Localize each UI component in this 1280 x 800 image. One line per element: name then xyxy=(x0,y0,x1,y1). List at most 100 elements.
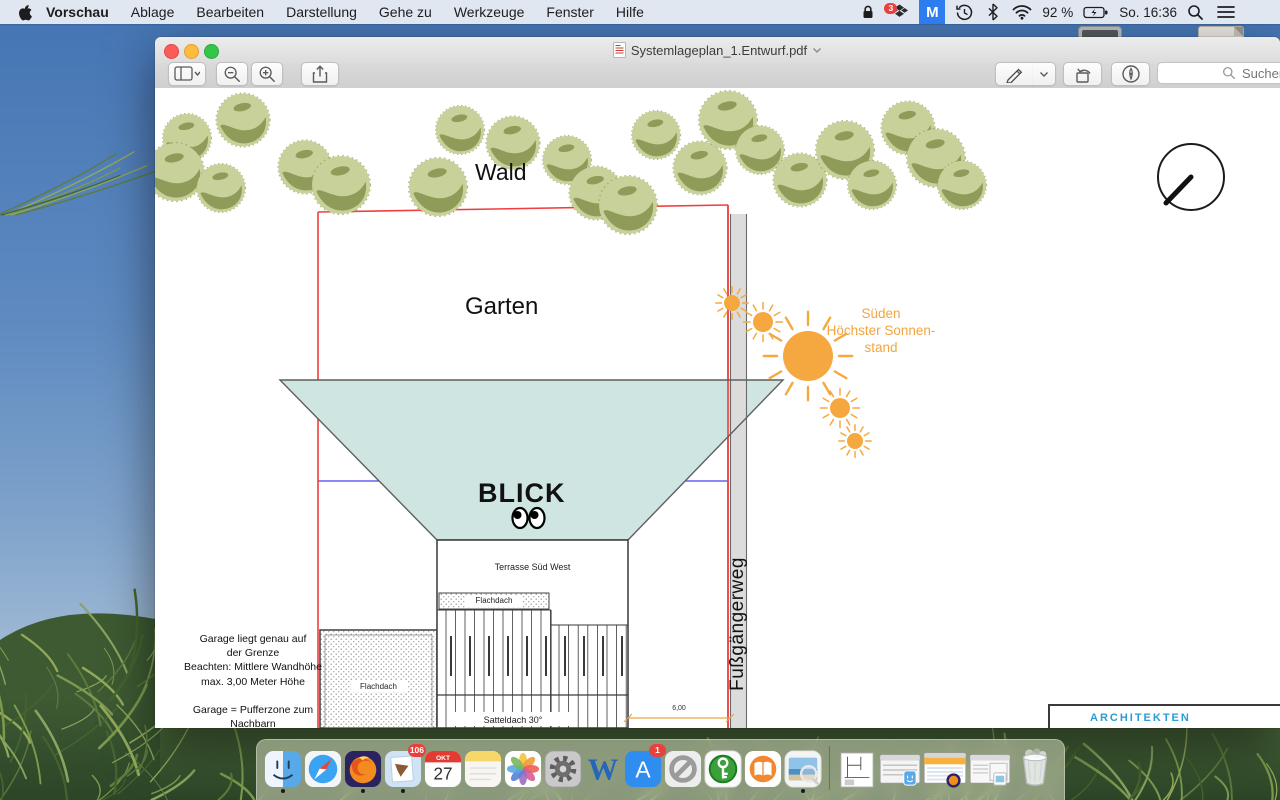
safari-icon xyxy=(304,750,342,788)
preview-window: Systemlageplan_1.Entwurf.pdf xyxy=(155,37,1280,728)
menu-item-darstellung[interactable]: Darstellung xyxy=(275,0,368,24)
minimized-window-thumbnail xyxy=(969,752,1011,788)
dock-notes[interactable] xyxy=(464,748,502,788)
dock-minimized-finder-window[interactable] xyxy=(879,748,921,788)
dropbox-menu-icon[interactable]: 3 xyxy=(887,0,912,24)
rotate-left-button[interactable] xyxy=(1063,62,1102,86)
search-icon xyxy=(1222,66,1236,80)
zoom-out-button[interactable] xyxy=(216,62,248,86)
dock-books[interactable] xyxy=(744,748,782,788)
menu-bar: Vorschau Ablage Bearbeiten Darstellung G… xyxy=(0,0,1280,24)
zoom-in-icon xyxy=(258,65,276,83)
dock-blocked-app[interactable] xyxy=(664,748,702,788)
notes-icon xyxy=(464,750,502,788)
garage-flat-roof xyxy=(320,630,437,728)
pen-icon xyxy=(1005,65,1025,83)
dock-mail[interactable]: 106 xyxy=(384,748,422,788)
trash-full-icon xyxy=(1014,746,1056,788)
search-glyph xyxy=(1187,4,1204,21)
dock-app-store[interactable]: 1 A xyxy=(624,748,662,788)
search-field[interactable] xyxy=(1157,62,1280,84)
dock-keepass[interactable] xyxy=(704,748,742,788)
label-flachdach-house: Flachdach xyxy=(439,596,549,605)
chevron-down-icon xyxy=(1039,71,1049,78)
window-title: Systemlageplan_1.Entwurf.pdf xyxy=(631,43,807,58)
bluetooth-glyph xyxy=(987,3,999,21)
menu-clock[interactable]: So. 16:36 xyxy=(1119,5,1177,20)
padlock-icon xyxy=(859,3,877,21)
dock-trash[interactable] xyxy=(1013,748,1057,788)
lock-status-icon[interactable] xyxy=(856,0,880,24)
svg-text:A: A xyxy=(635,757,651,783)
rotate-icon xyxy=(1073,65,1093,84)
apple-icon xyxy=(17,4,32,21)
photos-icon xyxy=(504,750,542,788)
markup-pen-dropdown[interactable] xyxy=(1033,62,1056,86)
keepass-key-icon xyxy=(704,750,742,788)
share-icon xyxy=(311,65,329,84)
menu-item-hilfe[interactable]: Hilfe xyxy=(605,0,655,24)
clock-restore-icon xyxy=(955,3,974,22)
menu-item-ablage[interactable]: Ablage xyxy=(120,0,186,24)
markup-toolbar-toggle[interactable] xyxy=(1111,62,1150,86)
share-button[interactable] xyxy=(301,62,339,86)
pdf-proxy-icon[interactable] xyxy=(613,42,626,58)
window-titlebar[interactable]: Systemlageplan_1.Entwurf.pdf xyxy=(155,37,1280,63)
window-toolbar xyxy=(155,63,1280,89)
minimized-finder-thumbnail xyxy=(879,752,921,788)
word-icon: W xyxy=(584,750,622,788)
markup-circle-pen-icon xyxy=(1121,64,1141,84)
preview-icon xyxy=(784,750,822,788)
dock-minimized-preview-window[interactable] xyxy=(969,748,1011,788)
zoom-in-button[interactable] xyxy=(251,62,283,86)
sidebar-view-button[interactable] xyxy=(168,62,206,86)
wifi-arcs xyxy=(1012,4,1032,20)
desktop-item-fold xyxy=(1234,27,1243,36)
dock-word[interactable]: W xyxy=(584,748,622,788)
dock-system-preferences[interactable] xyxy=(544,748,582,788)
dock-preview[interactable] xyxy=(784,748,822,788)
menu-item-fenster[interactable]: Fenster xyxy=(535,0,604,24)
zoom-out-icon xyxy=(223,65,241,83)
dock-calendar[interactable]: OKT 27 xyxy=(424,748,462,788)
wifi-icon[interactable] xyxy=(1009,0,1035,24)
battery-icon[interactable] xyxy=(1080,0,1112,24)
title-chevron-icon[interactable] xyxy=(812,47,822,54)
finder-icon xyxy=(264,750,302,788)
minimized-browser-thumbnail xyxy=(923,752,967,788)
menu-item-bearbeiten[interactable]: Bearbeiten xyxy=(185,0,275,24)
list-glyph xyxy=(1217,5,1235,19)
dock-safari[interactable] xyxy=(304,748,342,788)
app-store-badge: 1 xyxy=(649,744,666,757)
books-icon xyxy=(744,750,782,788)
pdf-page[interactable]: Wald Garten BLICK Süden Höchster Sonnen-… xyxy=(155,88,1280,728)
label-sueden-sonnenstand: Süden Höchster Sonnen- stand xyxy=(781,305,981,356)
dock-minimized-pdf-window[interactable] xyxy=(837,748,877,788)
dock-photos[interactable] xyxy=(504,748,542,788)
label-wald: Wald xyxy=(475,159,527,186)
dock-finder[interactable] xyxy=(264,748,302,788)
compass-symbol xyxy=(1158,144,1224,210)
malwarebytes-menu-icon[interactable]: M xyxy=(919,0,945,24)
label-garten: Garten xyxy=(465,293,538,321)
menu-item-vorschau[interactable]: Vorschau xyxy=(35,0,120,24)
garage-note-text: Garage liegt genau auf der Grenze Beacht… xyxy=(173,632,333,728)
svg-text:W: W xyxy=(588,752,618,786)
bluetooth-icon[interactable] xyxy=(984,0,1002,24)
firefox-icon xyxy=(344,750,382,788)
search-input[interactable] xyxy=(1240,65,1280,82)
label-blick: BLICK xyxy=(478,478,566,509)
dock-minimized-firefox-window[interactable] xyxy=(923,748,967,788)
sidebar-icon xyxy=(174,66,200,82)
markup-pen-button[interactable] xyxy=(995,62,1035,86)
time-machine-icon[interactable] xyxy=(952,0,977,24)
spotlight-icon[interactable] xyxy=(1184,0,1207,24)
dock-separator xyxy=(829,746,830,790)
dock-firefox[interactable] xyxy=(344,748,382,788)
apple-menu[interactable] xyxy=(14,0,35,24)
label-satteldach: Satteldach 30° xyxy=(437,715,589,725)
label-terrasse: Terrasse Süd West xyxy=(437,562,628,572)
notification-center-icon[interactable] xyxy=(1214,0,1238,24)
menu-item-gehe-zu[interactable]: Gehe zu xyxy=(368,0,443,24)
menu-item-werkzeuge[interactable]: Werkzeuge xyxy=(443,0,536,24)
